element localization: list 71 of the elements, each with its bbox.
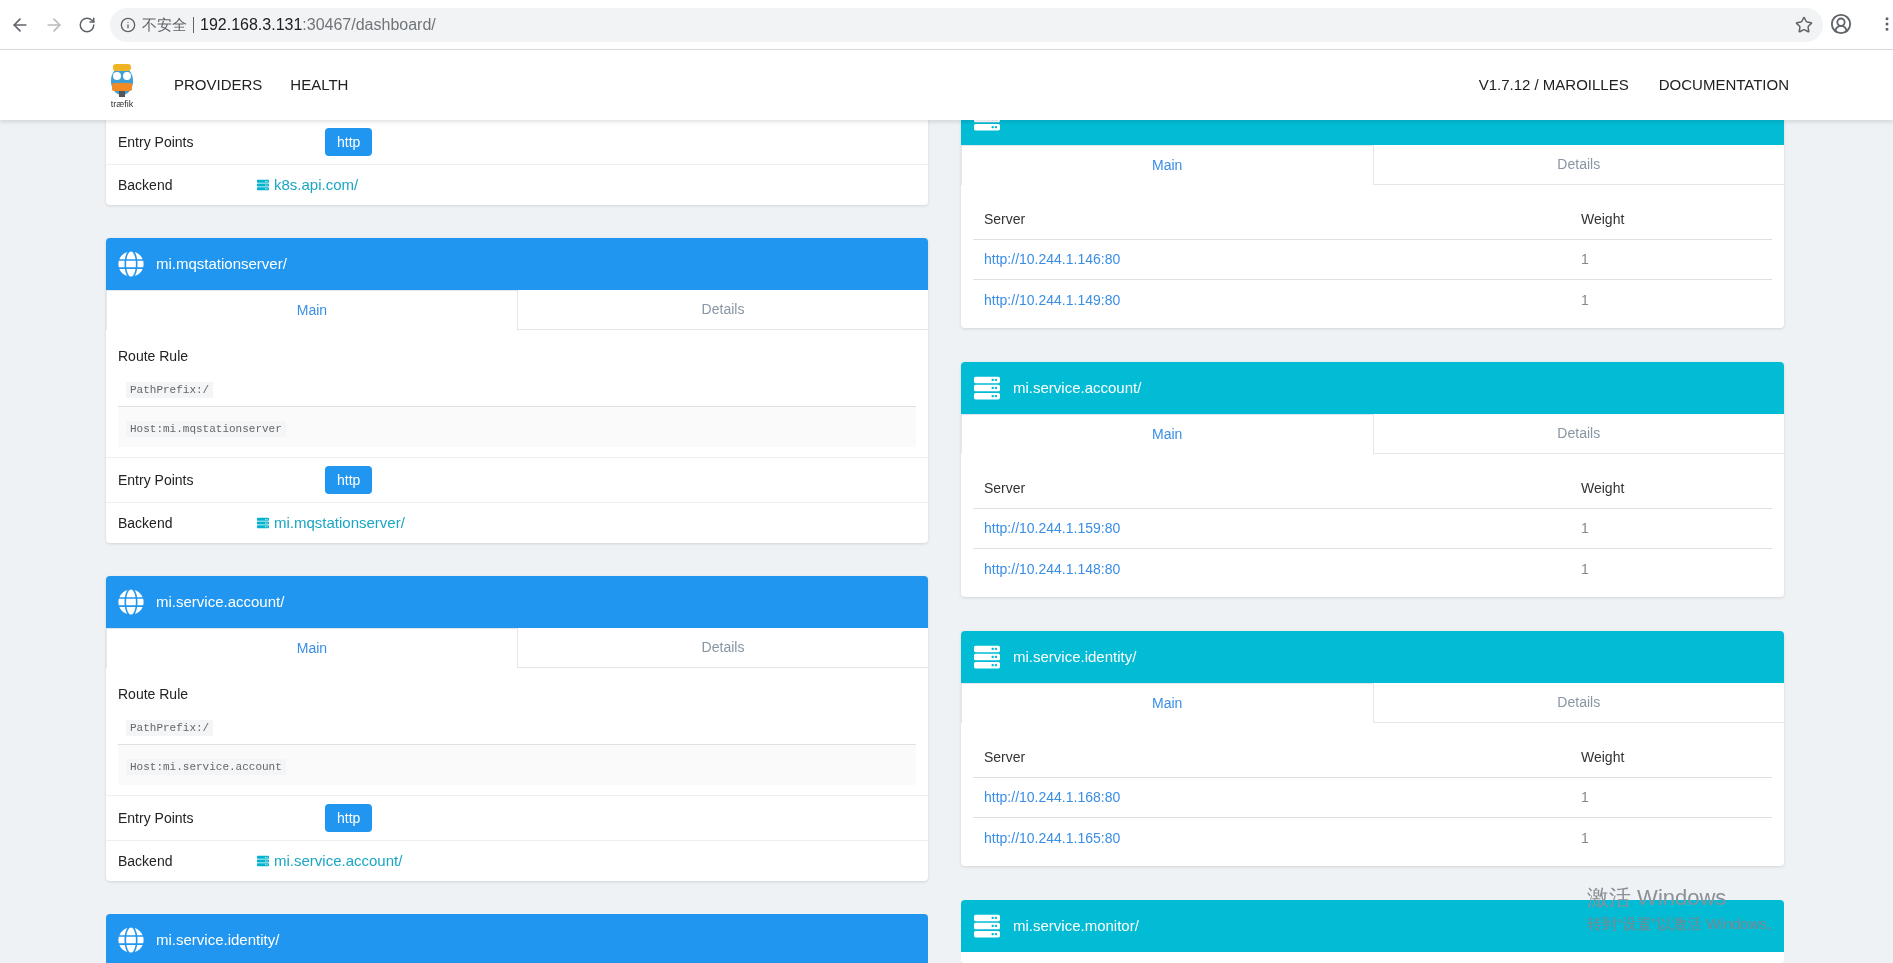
server-link[interactable]: http://10.244.1.159:80 — [973, 518, 1121, 539]
reload-icon[interactable] — [78, 15, 96, 34]
nav-link[interactable]: DOCUMENTATION — [1658, 73, 1789, 97]
nav-link[interactable]: HEALTH — [290, 73, 349, 97]
server-icon — [973, 644, 1001, 670]
server-link[interactable]: http://10.244.1.165:80 — [973, 827, 1121, 849]
card-title: mi.service.identity/ — [1013, 646, 1137, 667]
bookmark-star-icon[interactable] — [1795, 15, 1813, 34]
server-link[interactable]: http://10.244.1.146:80 — [973, 249, 1121, 270]
column-header: Weight — [1580, 748, 1626, 767]
backend-link[interactable]: mi.service.account/ — [274, 849, 403, 873]
tab[interactable]: Main — [106, 628, 518, 668]
entry-point-tag[interactable]: http — [325, 466, 373, 494]
column-header: Server — [983, 748, 1027, 767]
tab[interactable]: Details — [518, 290, 928, 330]
server-icon — [256, 855, 270, 867]
field-label: Route Rule — [118, 685, 190, 704]
server-link[interactable]: http://10.244.1.149:80 — [973, 289, 1121, 311]
logo-text: træfik — [110, 99, 134, 109]
field-label: Backend — [118, 851, 174, 871]
field-label: Backend — [118, 175, 174, 195]
column-header: Server — [983, 210, 1027, 229]
server-icon — [256, 179, 270, 191]
address-bar[interactable]: 不安全 192.168.3.131:30467/dashboard/ — [110, 7, 1823, 42]
nav-link[interactable]: V1.7.12 / MAROILLES — [1478, 73, 1629, 97]
column-header: Weight — [1580, 210, 1626, 229]
column-header: Weight — [1580, 479, 1626, 498]
server-link[interactable]: http://10.244.1.148:80 — [973, 558, 1121, 580]
url-host: 192.168.3.131 — [200, 15, 303, 33]
weight-cell-text: 1 — [1580, 250, 1590, 269]
server-icon — [973, 913, 1001, 939]
security-label: 不安全 — [142, 16, 194, 33]
globe-icon — [118, 251, 144, 277]
tab[interactable]: Main — [961, 414, 1374, 454]
tab[interactable]: Main — [106, 290, 518, 330]
weight-cell-text: 1 — [1580, 519, 1590, 538]
account-icon[interactable] — [1830, 13, 1852, 35]
card-title: mi.service.monitor/ — [1013, 915, 1139, 936]
card-title: mi.service.account/ — [1013, 377, 1142, 398]
tab[interactable]: Details — [1373, 145, 1784, 185]
server-link[interactable]: http://10.244.1.168:80 — [973, 787, 1121, 808]
tab[interactable]: Details — [1373, 414, 1784, 454]
tab[interactable]: Main — [961, 145, 1374, 185]
card-title: mi.service.identity/ — [156, 929, 280, 950]
entry-point-tag[interactable]: http — [325, 128, 373, 156]
server-icon — [973, 375, 1001, 401]
backend-link[interactable]: mi.mqstationserver/ — [274, 511, 405, 535]
weight-cell-text: 1 — [1580, 290, 1590, 310]
card-title: mi.mqstationserver/ — [156, 253, 287, 274]
weight-cell-text: 1 — [1580, 828, 1590, 848]
activation-text: 转到“设置”以激活 Windows。 — [1587, 914, 1782, 934]
nav-link[interactable]: PROVIDERS — [174, 73, 263, 97]
card-title: mi.service.account/ — [156, 591, 285, 612]
info-icon[interactable] — [120, 16, 136, 33]
url-path: :30467/dashboard/ — [302, 15, 436, 33]
field-label: Route Rule — [118, 347, 190, 366]
field-label: Entry Points — [118, 132, 195, 152]
weight-cell-text: 1 — [1580, 559, 1590, 579]
globe-icon — [118, 589, 144, 615]
server-icon — [256, 517, 270, 529]
column-header: Server — [983, 479, 1027, 498]
field-label: Backend — [118, 513, 174, 533]
weight-cell-text: 1 — [1580, 788, 1590, 807]
backend-link[interactable]: k8s.api.com/ — [274, 173, 359, 197]
tab[interactable]: Details — [518, 628, 928, 668]
field-label: Entry Points — [118, 470, 195, 490]
entry-point-tag[interactable]: http — [325, 804, 373, 832]
globe-icon — [118, 927, 144, 953]
tab[interactable]: Main — [961, 683, 1374, 723]
tab[interactable]: Details — [1373, 683, 1784, 723]
field-label: Entry Points — [118, 808, 195, 828]
